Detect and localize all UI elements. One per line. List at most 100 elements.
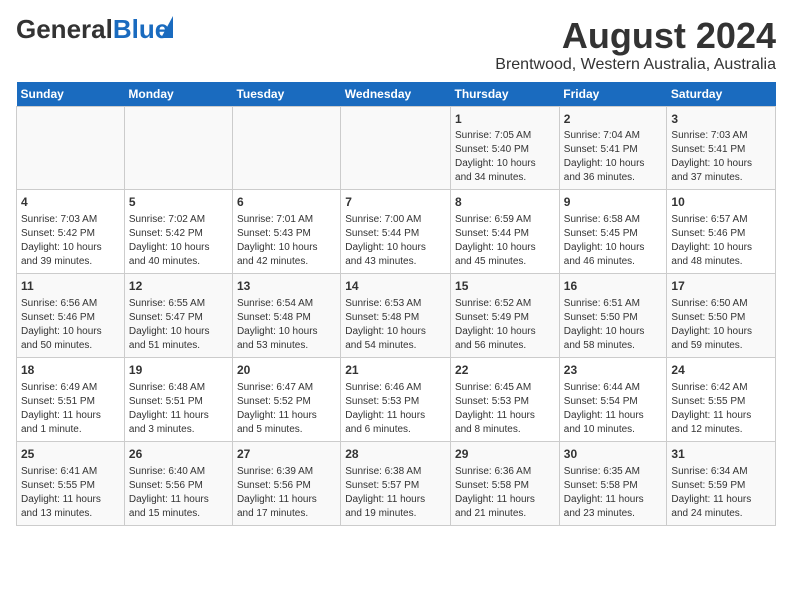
day-info: Daylight: 11 hours [237,493,336,507]
day-number: 8 [455,194,555,211]
day-number: 15 [455,278,555,295]
day-info: Sunrise: 6:44 AM [564,381,663,395]
day-info: Sunrise: 7:03 AM [21,213,120,227]
calendar-cell [341,106,451,190]
day-info: Daylight: 10 hours [345,325,446,339]
calendar-cell [124,106,232,190]
day-info: and 39 minutes. [21,255,120,269]
day-info: and 59 minutes. [671,339,771,353]
day-info: and 45 minutes. [455,255,555,269]
day-info: and 42 minutes. [237,255,336,269]
day-number: 16 [564,278,663,295]
day-info: Sunrise: 6:57 AM [671,213,771,227]
day-info: Daylight: 10 hours [21,325,120,339]
day-info: and 53 minutes. [237,339,336,353]
day-info: and 21 minutes. [455,507,555,521]
day-info: Daylight: 10 hours [345,241,446,255]
calendar-cell: 2Sunrise: 7:04 AMSunset: 5:41 PMDaylight… [559,106,667,190]
day-info: Sunrise: 7:03 AM [671,129,771,143]
day-info: and 10 minutes. [564,423,663,437]
day-info: Sunset: 5:41 PM [564,143,663,157]
day-info: Sunrise: 6:50 AM [671,297,771,311]
day-info: Sunrise: 6:51 AM [564,297,663,311]
calendar-cell: 15Sunrise: 6:52 AMSunset: 5:49 PMDayligh… [451,274,560,358]
calendar-cell: 22Sunrise: 6:45 AMSunset: 5:53 PMDayligh… [451,357,560,441]
day-number: 7 [345,194,446,211]
day-info: Sunrise: 7:02 AM [129,213,228,227]
calendar-week-row: 18Sunrise: 6:49 AMSunset: 5:51 PMDayligh… [17,357,776,441]
day-info: and 12 minutes. [671,423,771,437]
day-info: and 54 minutes. [345,339,446,353]
day-info: Daylight: 11 hours [21,493,120,507]
day-info: Sunset: 5:48 PM [345,311,446,325]
day-info: Sunset: 5:55 PM [21,479,120,493]
calendar-cell: 9Sunrise: 6:58 AMSunset: 5:45 PMDaylight… [559,190,667,274]
day-info: Sunset: 5:42 PM [21,227,120,241]
day-info: Daylight: 11 hours [237,409,336,423]
day-info: Sunset: 5:44 PM [345,227,446,241]
day-info: and 36 minutes. [564,171,663,185]
day-number: 12 [129,278,228,295]
calendar-cell: 13Sunrise: 6:54 AMSunset: 5:48 PMDayligh… [232,274,340,358]
calendar-week-row: 25Sunrise: 6:41 AMSunset: 5:55 PMDayligh… [17,441,776,525]
day-number: 24 [671,362,771,379]
day-info: Sunrise: 6:48 AM [129,381,228,395]
calendar-subtitle: Brentwood, Western Australia, Australia [495,56,776,74]
day-info: Sunset: 5:47 PM [129,311,228,325]
calendar-week-row: 11Sunrise: 6:56 AMSunset: 5:46 PMDayligh… [17,274,776,358]
calendar-cell: 19Sunrise: 6:48 AMSunset: 5:51 PMDayligh… [124,357,232,441]
day-info: Sunrise: 7:04 AM [564,129,663,143]
day-number: 6 [237,194,336,211]
calendar-week-row: 4Sunrise: 7:03 AMSunset: 5:42 PMDaylight… [17,190,776,274]
day-info: and 40 minutes. [129,255,228,269]
day-info: Daylight: 11 hours [455,493,555,507]
calendar-cell: 6Sunrise: 7:01 AMSunset: 5:43 PMDaylight… [232,190,340,274]
day-info: Daylight: 10 hours [564,325,663,339]
day-info: Sunrise: 7:01 AM [237,213,336,227]
calendar-header-row: Sunday Monday Tuesday Wednesday Thursday… [17,82,776,107]
day-info: Sunrise: 6:40 AM [129,465,228,479]
page-header: GeneralBlue August 2024 Brentwood, Weste… [16,16,776,74]
day-number: 5 [129,194,228,211]
calendar-cell: 21Sunrise: 6:46 AMSunset: 5:53 PMDayligh… [341,357,451,441]
day-info: Sunrise: 6:52 AM [455,297,555,311]
col-thursday: Thursday [451,82,560,107]
day-number: 27 [237,446,336,463]
day-info: Sunrise: 6:42 AM [671,381,771,395]
day-info: Sunrise: 7:05 AM [455,129,555,143]
day-info: Sunrise: 7:00 AM [345,213,446,227]
day-info: Sunset: 5:46 PM [21,311,120,325]
calendar-cell: 23Sunrise: 6:44 AMSunset: 5:54 PMDayligh… [559,357,667,441]
day-info: Sunrise: 6:55 AM [129,297,228,311]
day-info: Sunset: 5:58 PM [455,479,555,493]
calendar-cell: 4Sunrise: 7:03 AMSunset: 5:42 PMDaylight… [17,190,125,274]
day-info: Daylight: 10 hours [564,241,663,255]
calendar-cell: 12Sunrise: 6:55 AMSunset: 5:47 PMDayligh… [124,274,232,358]
day-info: Sunrise: 6:49 AM [21,381,120,395]
day-info: Sunrise: 6:35 AM [564,465,663,479]
calendar-body: 1Sunrise: 7:05 AMSunset: 5:40 PMDaylight… [17,106,776,525]
day-info: Sunset: 5:48 PM [237,311,336,325]
day-info: Sunset: 5:51 PM [129,395,228,409]
day-info: Sunset: 5:44 PM [455,227,555,241]
col-monday: Monday [124,82,232,107]
day-number: 28 [345,446,446,463]
day-info: and 8 minutes. [455,423,555,437]
day-info: Daylight: 10 hours [455,325,555,339]
day-info: Daylight: 11 hours [564,493,663,507]
day-info: Daylight: 10 hours [671,325,771,339]
calendar-cell: 30Sunrise: 6:35 AMSunset: 5:58 PMDayligh… [559,441,667,525]
day-info: and 51 minutes. [129,339,228,353]
calendar-cell: 17Sunrise: 6:50 AMSunset: 5:50 PMDayligh… [667,274,776,358]
calendar-cell: 14Sunrise: 6:53 AMSunset: 5:48 PMDayligh… [341,274,451,358]
day-info: Sunset: 5:59 PM [671,479,771,493]
day-info: and 46 minutes. [564,255,663,269]
logo-general: General [16,14,113,44]
day-info: Daylight: 11 hours [345,493,446,507]
day-info: Sunset: 5:50 PM [671,311,771,325]
calendar-cell: 26Sunrise: 6:40 AMSunset: 5:56 PMDayligh… [124,441,232,525]
day-info: Sunset: 5:51 PM [21,395,120,409]
day-number: 3 [671,111,771,128]
day-info: Sunrise: 6:54 AM [237,297,336,311]
day-info: Sunrise: 6:39 AM [237,465,336,479]
